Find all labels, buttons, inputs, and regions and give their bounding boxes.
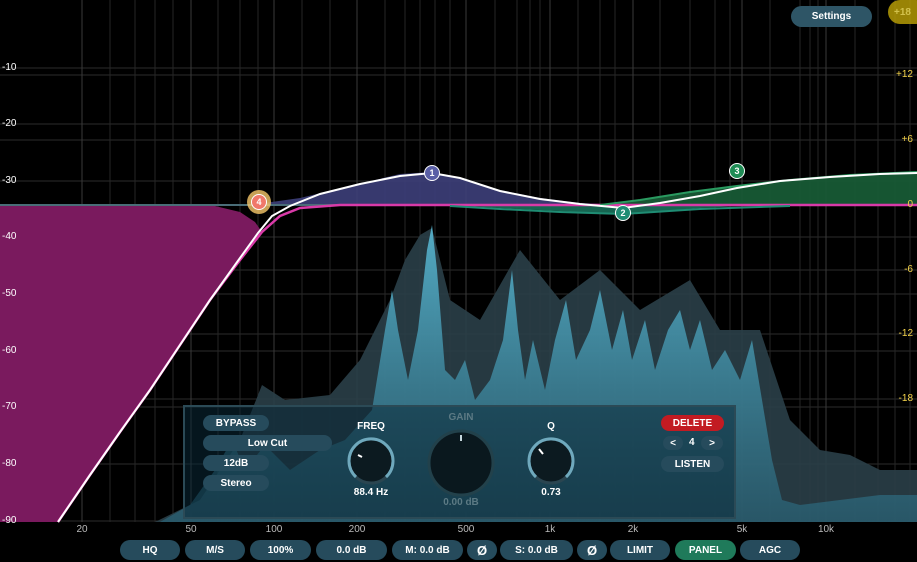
output-gain-bubble[interactable]: +18 — [888, 0, 917, 24]
band-2-node[interactable]: 2 — [615, 205, 631, 221]
db-right-label: +12 — [896, 69, 913, 80]
band-panel: BYPASS Low Cut 12dB Stereo FREQ 88.4 Hz … — [183, 405, 736, 519]
band-1-node[interactable]: 1 — [424, 165, 440, 181]
ms-button[interactable]: M/S — [185, 540, 245, 560]
q-value: 0.73 — [541, 487, 561, 498]
settings-button[interactable]: Settings — [791, 6, 872, 27]
q-label: Q — [547, 421, 555, 432]
band-3-node[interactable]: 3 — [729, 163, 745, 179]
panel-toggle-button[interactable]: PANEL — [675, 540, 736, 560]
mid-phase-button[interactable]: Ø — [467, 540, 497, 560]
db-right-label: -6 — [904, 264, 913, 275]
output-gain-field[interactable]: 0.0 dB — [316, 540, 387, 560]
freq-knob[interactable] — [345, 435, 397, 487]
slope-select[interactable]: 12dB — [203, 455, 269, 471]
channel-select[interactable]: Stereo — [203, 475, 269, 491]
mid-gain-field[interactable]: M: 0.0 dB — [392, 540, 463, 560]
freq-label: 500 — [457, 524, 475, 535]
freq-label: FREQ — [357, 421, 385, 432]
delete-band-button[interactable]: DELETE — [661, 415, 724, 431]
db-right-label: 0 — [907, 199, 913, 210]
db-left-label: -20 — [2, 118, 17, 129]
limit-button[interactable]: LIMIT — [610, 540, 670, 560]
bypass-button[interactable]: BYPASS — [203, 415, 269, 431]
freq-label: 2k — [627, 524, 639, 535]
freq-label: 20 — [76, 524, 88, 535]
db-left-label: -10 — [2, 62, 17, 73]
db-left-label: -70 — [2, 401, 17, 412]
side-phase-button[interactable]: Ø — [577, 540, 607, 560]
db-left-label: -90 — [2, 515, 17, 526]
zoom-button[interactable]: 100% — [250, 540, 311, 560]
side-gain-field[interactable]: S: 0.0 dB — [500, 540, 573, 560]
filter-type-select[interactable]: Low Cut — [203, 435, 332, 451]
q-knob[interactable] — [525, 435, 577, 487]
freq-label: 200 — [348, 524, 366, 535]
listen-button[interactable]: LISTEN — [661, 456, 724, 472]
db-left-label: -50 — [2, 288, 17, 299]
band-number: 4 — [689, 437, 695, 448]
next-band-button[interactable]: > — [701, 436, 723, 450]
freq-label: 100 — [265, 524, 283, 535]
gain-knob[interactable] — [425, 427, 497, 499]
db-left-label: -80 — [2, 458, 17, 469]
freq-label: 1k — [544, 524, 556, 535]
db-left-label: -30 — [2, 175, 17, 186]
freq-value: 88.4 Hz — [353, 487, 389, 498]
db-right-label: +6 — [901, 134, 913, 145]
gain-value: 0.00 dB — [443, 497, 479, 508]
freq-label: 50 — [185, 524, 197, 535]
band-3-area — [600, 172, 917, 205]
freq-label: 10k — [817, 524, 835, 535]
prev-band-button[interactable]: < — [663, 436, 683, 450]
db-right-label: -18 — [898, 393, 913, 404]
gain-label: GAIN — [448, 412, 474, 423]
band-4-node[interactable]: 4 — [251, 194, 267, 210]
freq-label: 5k — [736, 524, 748, 535]
agc-button[interactable]: AGC — [740, 540, 800, 560]
output-gain-label: +18 — [894, 6, 911, 18]
db-left-label: -60 — [2, 345, 17, 356]
db-right-label: -12 — [898, 328, 913, 339]
hq-button[interactable]: HQ — [120, 540, 180, 560]
db-left-label: -40 — [2, 231, 17, 242]
